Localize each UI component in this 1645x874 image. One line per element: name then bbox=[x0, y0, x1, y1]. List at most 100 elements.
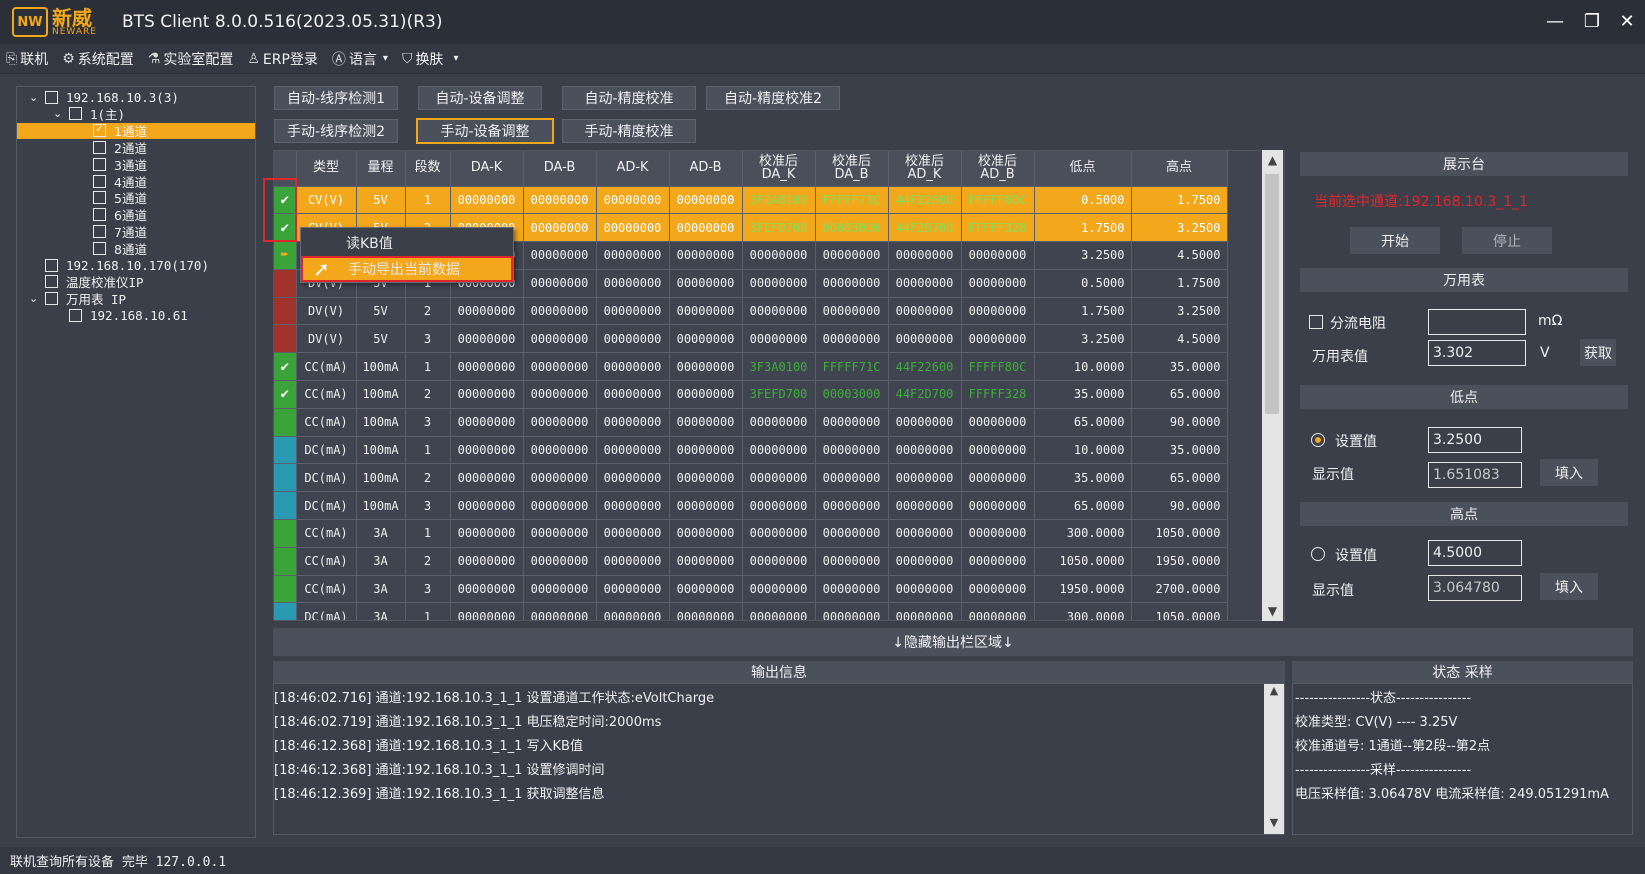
table-row[interactable]: DV(V) 5V 2 00000000 00000000 00000000 00000000… bbox=[274, 297, 1228, 326]
tree-item-channel[interactable]: ✓ 1通道 bbox=[17, 122, 255, 139]
chevron-down-icon[interactable]: ⌄ bbox=[29, 91, 45, 104]
tree-checkbox[interactable] bbox=[69, 107, 82, 121]
table-row[interactable]: CC(mA) 3A 3 00000000 00000000 00000000 0000000… bbox=[274, 575, 1228, 604]
tree-item-channel[interactable]: 2通道 bbox=[17, 139, 255, 156]
tree-item-channel[interactable]: 3通道 bbox=[17, 156, 255, 173]
tree-checkbox[interactable] bbox=[45, 275, 58, 289]
tree-item[interactable]: ⌄ 1(主) bbox=[17, 106, 255, 122]
btn-auto-wiring-check1[interactable]: 自动-线序检测1 bbox=[274, 86, 398, 110]
low-fill-button[interactable]: 填入 bbox=[1540, 459, 1598, 486]
low-set-radio[interactable] bbox=[1311, 433, 1325, 447]
toolbar-skin[interactable]: ⛉ 换肤 ▾ bbox=[402, 49, 459, 69]
tree-checkbox[interactable] bbox=[93, 174, 106, 188]
table-cell-dak: 00000000 bbox=[450, 491, 524, 521]
output-scrollbar[interactable]: ▲ ▼ bbox=[1264, 684, 1284, 834]
tree-item-channel[interactable]: 7通道 bbox=[17, 223, 255, 240]
status-text: 联机查询所有设备 完毕 127.0.0.1 bbox=[10, 855, 227, 870]
high-set-input[interactable]: 4.5000 bbox=[1428, 540, 1522, 566]
table-row[interactable]: DC(mA) 100mA 3 00000000 00000000 00000000 0000… bbox=[274, 491, 1228, 521]
table-cell-dab: 00000000 bbox=[523, 269, 597, 298]
tree-checkbox[interactable]: ✓ bbox=[93, 124, 106, 138]
high-set-radio[interactable] bbox=[1311, 547, 1325, 561]
table-row[interactable]: ✔ CV(V) 5V 1 00000000 00000000 00000000 0000000… bbox=[274, 186, 1228, 215]
tree-item-channel[interactable]: 4通道 bbox=[17, 173, 255, 190]
table-row[interactable]: ✔ CC(mA) 100mA 2 00000000 00000000 00000000 000… bbox=[274, 380, 1228, 409]
row-status-indicator bbox=[274, 491, 297, 521]
tree-checkbox[interactable] bbox=[45, 258, 58, 272]
tree-checkbox[interactable] bbox=[93, 140, 106, 154]
fetch-button[interactable]: 获取 bbox=[1580, 339, 1616, 366]
toolbar-erp-login[interactable]: ♙ ERP登录 bbox=[247, 49, 318, 69]
table-cell-c1: 00000000 bbox=[742, 491, 816, 521]
btn-manual-wiring-check2[interactable]: 手动-线序检测2 bbox=[274, 119, 398, 143]
shunt-checkbox[interactable] bbox=[1309, 315, 1323, 329]
table-row[interactable]: ✔ CC(mA) 100mA 1 00000000 00000000 00000000 000… bbox=[274, 352, 1228, 382]
btn-manual-device-adjust[interactable]: 手动-设备调整 bbox=[416, 118, 554, 144]
hide-output-bar[interactable]: ↓隐藏输出栏区域↓ bbox=[273, 628, 1633, 656]
status-bar: 联机查询所有设备 完毕 127.0.0.1 bbox=[0, 847, 1645, 874]
tree-item-channel[interactable]: 8通道 bbox=[17, 240, 255, 257]
table-scrollbar[interactable]: ▲ ▼ bbox=[1262, 150, 1283, 621]
high-fill-button[interactable]: 填入 bbox=[1540, 573, 1598, 600]
display-header: 展示台 bbox=[1300, 152, 1628, 176]
tree-checkbox[interactable] bbox=[93, 224, 106, 238]
menu-item-export-data[interactable]: 手动导出当前数据 bbox=[301, 256, 513, 282]
toolbar-connect[interactable]: ⎘ 联机 bbox=[6, 49, 48, 69]
table-cell-c3: 44F22600 bbox=[888, 352, 962, 382]
scroll-thumb[interactable] bbox=[1265, 174, 1279, 414]
tree-checkbox[interactable] bbox=[93, 241, 106, 255]
tree-item-channel[interactable]: 5通道 bbox=[17, 190, 255, 206]
tree-item[interactable]: 温度校准仪IP bbox=[17, 274, 255, 290]
scroll-up-icon[interactable]: ▲ bbox=[1264, 684, 1284, 702]
tree-checkbox[interactable] bbox=[69, 308, 82, 322]
status-color bbox=[274, 520, 296, 547]
tree-checkbox[interactable] bbox=[45, 90, 58, 104]
minimize-icon[interactable]: — bbox=[1540, 8, 1570, 34]
tree-item[interactable]: 192.168.10.61 bbox=[17, 307, 255, 323]
scroll-down-icon[interactable]: ▼ bbox=[1262, 601, 1283, 621]
tree-item[interactable]: ⌄ 万用表 IP bbox=[17, 291, 255, 307]
meter-input[interactable]: 3.302 bbox=[1428, 340, 1526, 366]
btn-manual-precision-cal[interactable]: 手动-精度校准 bbox=[562, 119, 696, 143]
table-cell-dab: 00000000 bbox=[523, 186, 597, 215]
table-cell-c2: 00000000 bbox=[815, 602, 889, 620]
close-icon[interactable]: ✕ bbox=[1612, 8, 1642, 34]
table-row[interactable]: DC(mA) 100mA 2 00000000 00000000 00000000 0000… bbox=[274, 463, 1228, 493]
table-cell-dab: 00000000 bbox=[523, 241, 597, 270]
tree-checkbox[interactable] bbox=[93, 157, 106, 171]
table-row[interactable]: DV(V) 5V 3 00000000 00000000 00000000 00000000… bbox=[274, 324, 1228, 354]
table-row[interactable]: CC(mA) 3A 2 00000000 00000000 00000000 0000000… bbox=[274, 547, 1228, 576]
toolbar-lab-config[interactable]: ⚗ 实验室配置 bbox=[148, 49, 234, 69]
table-row[interactable]: CC(mA) 100mA 3 00000000 00000000 00000000 0000… bbox=[274, 408, 1228, 437]
scroll-up-icon[interactable]: ▲ bbox=[1262, 150, 1283, 170]
table-cell-dak: 00000000 bbox=[450, 380, 524, 409]
toolbar-system-config[interactable]: ⚙ 系统配置 bbox=[62, 49, 134, 69]
table-row[interactable]: CC(mA) 3A 1 00000000 00000000 00000000 0000000… bbox=[274, 519, 1228, 548]
row-status-indicator bbox=[274, 297, 297, 326]
tree-item-channel[interactable]: 6通道 bbox=[17, 207, 255, 223]
tree-checkbox[interactable] bbox=[93, 208, 106, 222]
table-row[interactable]: DC(mA) 3A 1 00000000 00000000 00000000 0000000… bbox=[274, 602, 1228, 620]
restore-icon[interactable]: ❐ bbox=[1577, 8, 1607, 34]
low-set-input[interactable]: 3.2500 bbox=[1428, 427, 1522, 453]
stop-button[interactable]: 停止 bbox=[1462, 227, 1552, 254]
btn-auto-precision-cal[interactable]: 自动-精度校准 bbox=[562, 86, 696, 110]
menu-item-read-kb[interactable]: 读KB值 bbox=[301, 230, 513, 256]
tree-item[interactable]: ⌄ 192.168.10.3(3) bbox=[17, 89, 255, 105]
start-button[interactable]: 开始 bbox=[1350, 227, 1440, 254]
chevron-down-icon[interactable]: ⌄ bbox=[29, 292, 45, 305]
table-cell-adb: 00000000 bbox=[669, 491, 743, 521]
status-line: ----------------采样---------------- bbox=[1295, 763, 1472, 778]
tree-item-label: 万用表 IP bbox=[66, 292, 127, 308]
tree-item[interactable]: 192.168.10.170(170) bbox=[17, 257, 255, 273]
btn-auto-precision-cal2[interactable]: 自动-精度校准2 bbox=[706, 86, 840, 110]
table-row[interactable]: DC(mA) 100mA 1 00000000 00000000 00000000 0000… bbox=[274, 436, 1228, 465]
toolbar-language[interactable]: Ⓐ 语言 ▾ bbox=[332, 49, 388, 69]
chevron-down-icon[interactable]: ⌄ bbox=[53, 107, 69, 120]
tree-checkbox[interactable] bbox=[93, 191, 106, 205]
shunt-input[interactable] bbox=[1428, 309, 1526, 335]
scroll-down-icon[interactable]: ▼ bbox=[1264, 816, 1284, 834]
tree-checkbox[interactable] bbox=[45, 292, 58, 306]
table-cell-dak: 00000000 bbox=[450, 519, 524, 548]
btn-auto-device-adjust[interactable]: 自动-设备调整 bbox=[418, 86, 542, 110]
